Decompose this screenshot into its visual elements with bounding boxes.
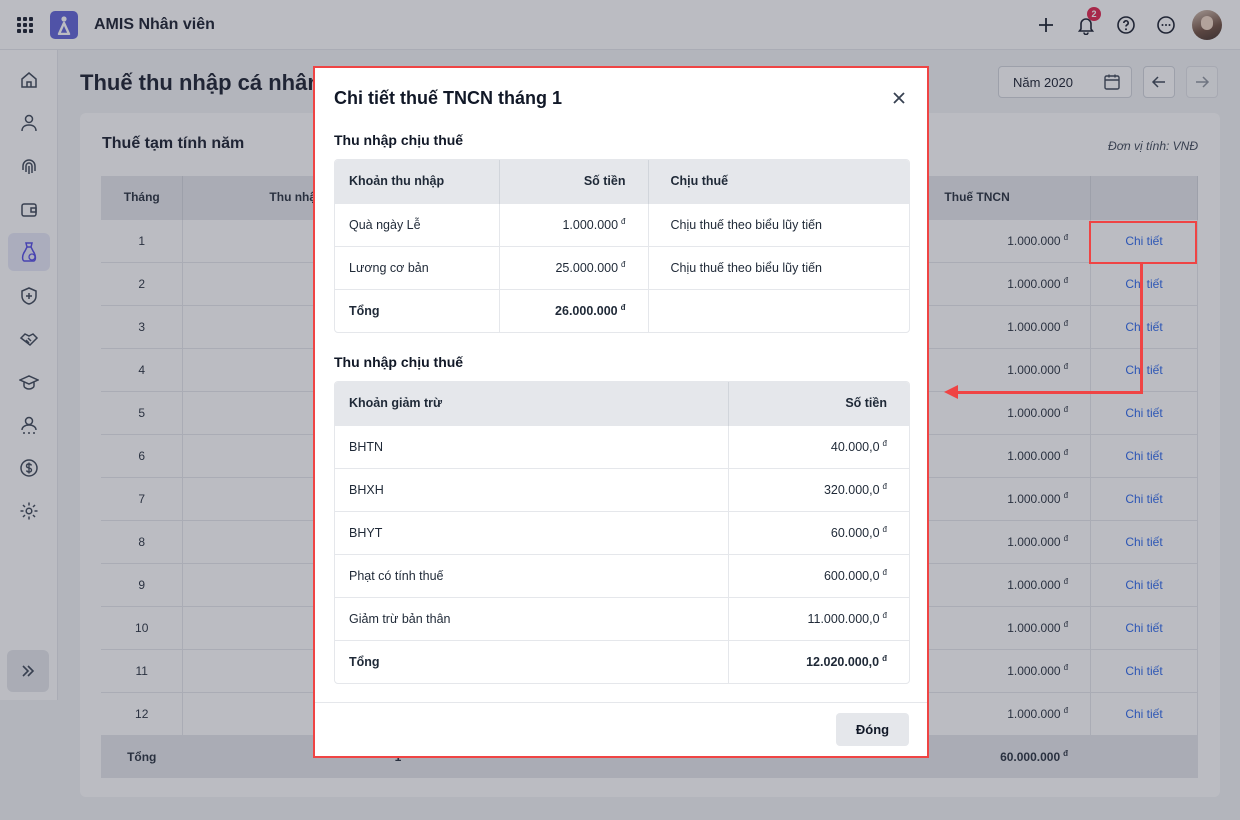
table-row: BHTN 40.000,0 đ: [335, 424, 909, 468]
tax-type: Chịu thuế theo biểu lũy tiến: [648, 245, 909, 289]
deduction-item: BHTN: [335, 424, 729, 468]
table-row: Lương cơ bản 25.000.000 đ Chịu thuế theo bi…: [335, 245, 909, 289]
table-row: Phạt có tính thuế 600.000,0 đ: [335, 553, 909, 597]
currency-symbol: đ: [882, 481, 887, 491]
deduction-total-label: Tổng: [335, 639, 729, 683]
deduction-item: BHXH: [335, 467, 729, 511]
income-total-cell: 26.000.000 đ: [499, 288, 649, 332]
highlight-box: [1089, 221, 1197, 264]
dialog-footer: Đóng: [315, 702, 927, 756]
deduction-amount: 60.000,0: [830, 526, 880, 541]
col-tax-type: Chịu thuế: [648, 160, 909, 203]
currency-symbol: đ: [882, 438, 887, 448]
income-amount: 1.000.000: [562, 218, 619, 233]
tax-type: Chịu thuế theo biểu lũy tiến: [648, 202, 909, 246]
deduction-amount-cell: 60.000,0 đ: [728, 510, 909, 554]
income-item: Lương cơ bản: [335, 245, 500, 289]
deduction-amount: 11.000.000,0: [807, 612, 880, 627]
tax-detail-dialog: Chi tiết thuế TNCN tháng 1 Thu nhập chịu…: [313, 66, 929, 758]
deduction-amount-cell: 11.000.000,0 đ: [728, 596, 909, 640]
currency-symbol: đ: [620, 303, 626, 313]
income-amount-cell: 25.000.000 đ: [499, 245, 649, 289]
currency-symbol: đ: [621, 259, 626, 269]
deduction-total-cell: 12.020.000,0 đ: [728, 639, 909, 683]
total-row: Tổng 26.000.000 đ: [335, 288, 909, 332]
deduction-item: Giảm trừ bản thân: [335, 596, 729, 640]
table-row: BHXH 320.000,0 đ: [335, 467, 909, 511]
deduction-amount-cell: 600.000,0 đ: [728, 553, 909, 597]
income-total-amount: 26.000.000: [555, 304, 618, 319]
income-total-label: Tổng: [335, 288, 500, 332]
deduction-table: Khoản giảm trừ Số tiền BHTN 40.000,0 đ BHXH…: [334, 381, 910, 684]
deduction-total-amount: 12.020.000,0: [806, 655, 880, 670]
deduction-amount: 600.000,0: [823, 569, 880, 584]
total-row: Tổng 12.020.000,0 đ: [335, 639, 909, 683]
table-row: BHYT 60.000,0 đ: [335, 510, 909, 554]
deduction-item: BHYT: [335, 510, 729, 554]
currency-symbol: đ: [882, 524, 887, 534]
close-icon: [893, 92, 905, 104]
highlight-arrow-line: [958, 391, 1143, 394]
currency-symbol: đ: [882, 654, 887, 664]
deduction-item: Phạt có tính thuế: [335, 553, 729, 597]
table-row: Giảm trừ bản thân 11.000.000,0 đ: [335, 596, 909, 640]
deduction-amount: 40.000,0: [830, 440, 880, 455]
taxable-income-table: Khoản thu nhập Số tiền Chịu thuế Quà ngà…: [334, 159, 910, 333]
close-dialog-button[interactable]: [887, 86, 911, 110]
deduction-section-title: Thu nhập chịu thuế: [334, 354, 464, 370]
highlight-arrow-line: [1140, 264, 1143, 394]
income-amount: 25.000.000: [555, 261, 619, 276]
highlight-arrowhead: [944, 385, 958, 399]
col-deduction-item: Khoản giảm trừ: [335, 382, 729, 425]
income-section-title: Thu nhập chịu thuế: [334, 132, 464, 148]
income-item: Quà ngày Lễ: [335, 202, 500, 246]
deduction-amount: 320.000,0: [823, 483, 880, 498]
close-button[interactable]: Đóng: [836, 713, 909, 746]
deduction-amount-cell: 40.000,0 đ: [728, 424, 909, 468]
income-amount-cell: 1.000.000 đ: [499, 202, 649, 246]
currency-symbol: đ: [621, 216, 626, 226]
table-row: Quà ngày Lễ 1.000.000 đ Chịu thuế theo biểu…: [335, 202, 909, 246]
currency-symbol: đ: [882, 610, 887, 620]
currency-symbol: đ: [882, 567, 887, 577]
dialog-title: Chi tiết thuế TNCN tháng 1: [334, 88, 562, 108]
col-income-item: Khoản thu nhập: [335, 160, 500, 203]
cell: [648, 288, 909, 332]
col-deduction-amount: Số tiền: [728, 382, 909, 425]
col-income-amount: Số tiền: [499, 160, 649, 203]
deduction-amount-cell: 320.000,0 đ: [728, 467, 909, 511]
